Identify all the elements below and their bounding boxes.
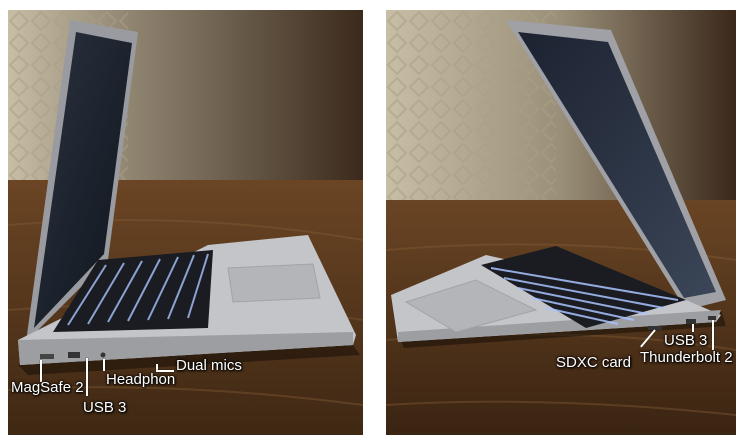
laptop-right-side-photo	[386, 10, 736, 435]
headphone-label: Headphon	[106, 371, 176, 388]
usb-leader-line	[86, 358, 88, 396]
dual-mics-label: Dual mics	[176, 357, 242, 374]
usb-right-label: USB 3	[664, 332, 708, 349]
sdxc-label: SDXC card	[556, 354, 632, 371]
magsafe-label: MagSafe 2	[11, 379, 84, 396]
thunderbolt-label: Thunderbolt 2	[640, 349, 733, 366]
thunderbolt-leader-line	[712, 320, 714, 350]
usb-right-leader-line	[692, 324, 694, 332]
headphone-leader-line	[103, 359, 105, 371]
left-photo: MagSafe 2 USB 3 Headphon Dual mics	[8, 10, 363, 435]
right-photo: SDXC card USB 3 Thunderbolt 2	[386, 10, 736, 435]
usb-label: USB 3	[83, 399, 127, 416]
